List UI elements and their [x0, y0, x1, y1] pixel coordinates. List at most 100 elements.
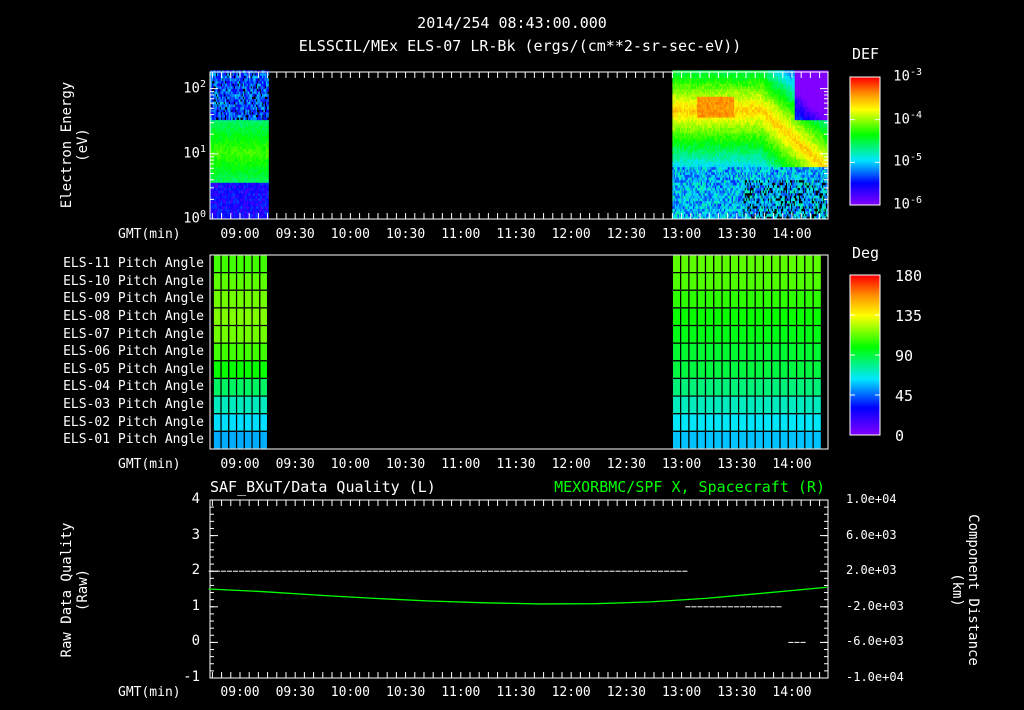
spectrogram-cell [235, 112, 237, 116]
spectrogram-cell [267, 148, 269, 152]
spectrogram-cell [241, 88, 244, 92]
spectrogram-cell [265, 91, 268, 95]
spectrogram-cell [267, 192, 269, 196]
spectrogram-cell [267, 190, 269, 194]
spectrogram-cell [249, 86, 251, 89]
spectrogram-cell [267, 132, 269, 136]
spectrogram-cell [267, 78, 269, 82]
spectrogram-cell [238, 117, 241, 121]
spectrogram-cell [244, 114, 246, 118]
spectrogram-cell [267, 140, 269, 144]
spectrogram-cell [250, 72, 253, 76]
spectrogram-cell [223, 117, 226, 121]
spectrogram-cell [263, 109, 265, 113]
spectrogram-cell [242, 91, 245, 95]
spectrogram-cell [255, 109, 258, 113]
spectrogram-cell [224, 72, 227, 76]
spectrogram-cell [267, 122, 269, 126]
spectrogram-cell [255, 80, 258, 84]
spectrogram-cell [267, 93, 269, 97]
spectrogram-cell [267, 96, 269, 100]
spectrogram-cell [219, 112, 222, 116]
spectrogram-cell [267, 119, 269, 123]
spectrogram-cell [237, 80, 240, 84]
spectrogram-cell [254, 114, 256, 118]
spectrogram-cell [267, 106, 269, 110]
spectrogram-cell [267, 185, 269, 189]
spectrogram-cell [253, 72, 255, 76]
spectrogram-cell [215, 96, 218, 100]
spectrogram-cell [232, 75, 235, 79]
spectrogram-cell [267, 130, 269, 134]
spectrogram-cell [263, 86, 265, 89]
spectrogram-cell [267, 198, 269, 202]
spectrogram-cell [267, 166, 269, 170]
spectrogram-cell [267, 205, 269, 209]
spectrogram-cell [267, 101, 269, 105]
spectrogram-cell [267, 112, 269, 116]
spectrogram-cell [267, 161, 269, 165]
spectrogram-cell [263, 101, 265, 105]
spectrogram-cell [267, 159, 269, 162]
spectrogram-cell [267, 114, 269, 118]
spectrogram-cell [231, 117, 233, 121]
spectrogram [210, 70, 829, 220]
spectrogram-cell [267, 135, 269, 139]
spectrogram-cell [267, 143, 269, 147]
spectrogram-cell [267, 182, 269, 186]
spectrogram-cell [251, 86, 254, 89]
spectrogram-cell [242, 109, 245, 113]
spectrogram-cell [218, 106, 220, 110]
spectrogram-cell [215, 109, 218, 113]
spectrogram-cell [267, 208, 269, 212]
spectrogram-cell [214, 101, 216, 105]
spectrogram-cell [267, 177, 269, 181]
spectrogram-cell [264, 106, 267, 110]
spectrogram-cell [249, 91, 251, 95]
spectrogram-cell [267, 172, 269, 175]
spectrogram-cell [214, 93, 216, 97]
spectrogram-cell [254, 104, 256, 108]
spectrogram-cell [245, 117, 247, 121]
spectrogram-cell [233, 109, 236, 113]
spectrogram-cell [211, 99, 214, 102]
spectrogram-cell [263, 104, 265, 108]
spectrogram-cell [223, 80, 226, 84]
spectrogram-cell [260, 114, 263, 118]
spectrogram-cell [220, 78, 223, 82]
spectrogram-cell [254, 83, 256, 87]
spectrogram-cell [216, 101, 219, 105]
spectrogram-cell [247, 109, 250, 113]
spectrogram-cell [254, 99, 256, 102]
spectrogram-cell [225, 99, 228, 102]
spectrogram-cell [267, 164, 269, 168]
spectrogram-cell [267, 169, 269, 173]
spectrogram-cell [267, 187, 269, 191]
spectrogram-cell [236, 83, 238, 87]
spectrogram-cell [222, 109, 224, 113]
spectrogram-cell [267, 88, 269, 92]
spectrogram-cell [242, 75, 245, 79]
spectrogram-cell [256, 86, 259, 89]
spectrogram-cell [256, 112, 259, 116]
spectrogram-cell [267, 86, 269, 89]
spectrogram-cell [267, 125, 269, 129]
spectrogram-cell [233, 104, 236, 108]
spectrogram-cell [254, 86, 256, 89]
spectrogram-cell [256, 78, 259, 82]
spectrogram-cell [229, 109, 232, 113]
spectrogram-cell [267, 179, 269, 183]
spectrogram-cell [250, 96, 253, 100]
spectrogram-cell [267, 195, 269, 199]
spectrogram-cell [247, 112, 250, 116]
spectrogram-cell [216, 91, 219, 95]
spectrogram-cell [215, 104, 218, 108]
spectrogram-cell [263, 96, 265, 100]
spectrogram-cell [259, 93, 262, 97]
spectrogram-cell [255, 106, 258, 110]
spectrogram-cell [232, 86, 235, 89]
spectrogram-cell [238, 99, 241, 102]
spectrogram-cell [210, 80, 213, 84]
spectrogram-cell [253, 93, 255, 97]
spectrogram-cell [267, 145, 269, 149]
